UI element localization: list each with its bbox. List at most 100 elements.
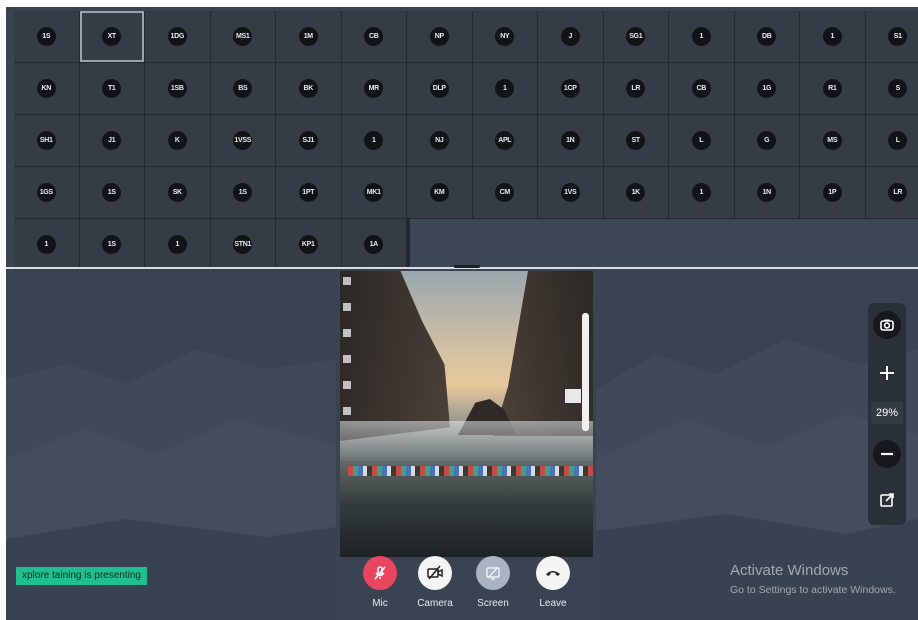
participant-tile[interactable]: CB xyxy=(669,63,734,114)
participant-tile[interactable]: SH1 xyxy=(14,115,79,166)
participant-avatar: 1VS xyxy=(560,183,580,202)
participant-tile[interactable]: 1A xyxy=(341,219,406,270)
participant-tile[interactable]: 1SB xyxy=(145,63,210,114)
participant-tile[interactable]: 1M xyxy=(276,11,341,62)
participant-tile[interactable]: S xyxy=(865,63,918,114)
participant-avatar: NY xyxy=(495,27,515,46)
popout-icon xyxy=(880,493,894,507)
participant-tile[interactable]: SJ1 xyxy=(276,115,341,166)
hang-up-icon xyxy=(546,571,560,576)
participant-tile[interactable]: 1 xyxy=(472,63,537,114)
grid-empty-area xyxy=(410,219,918,270)
participant-tile[interactable]: 1 xyxy=(669,167,734,218)
participant-avatar: 1DG xyxy=(167,27,187,46)
participant-tile[interactable]: 1GS xyxy=(14,167,79,218)
participant-avatar: J1 xyxy=(102,131,122,150)
participant-tile[interactable]: 1S xyxy=(79,219,144,270)
participant-tile[interactable]: CB xyxy=(341,11,406,62)
shared-screen[interactable] xyxy=(340,271,593,557)
participant-tile[interactable]: 1PT xyxy=(276,167,341,218)
participant-tile[interactable]: DB xyxy=(734,11,799,62)
participant-tile[interactable]: NJ xyxy=(407,115,472,166)
mic-label: Mic xyxy=(372,598,388,609)
participant-avatar: KM xyxy=(429,183,449,202)
participant-tile[interactable]: APL xyxy=(472,115,537,166)
participant-tile[interactable]: G xyxy=(734,115,799,166)
participant-avatar: 1A xyxy=(364,235,384,254)
participant-tile[interactable]: S1 xyxy=(865,11,918,62)
camera-button[interactable]: Camera xyxy=(412,556,458,609)
participant-tile[interactable]: BS xyxy=(210,63,275,114)
camera-icon[interactable] xyxy=(873,311,901,339)
participant-tile[interactable]: 1VS xyxy=(538,167,603,218)
participant-tile[interactable]: 1S xyxy=(210,167,275,218)
participant-avatar: SH1 xyxy=(36,131,56,150)
screen-share-button[interactable]: Screen xyxy=(470,556,516,609)
participant-avatar: T1 xyxy=(102,79,122,98)
participant-tile[interactable]: 1CP xyxy=(538,63,603,114)
meeting-window: 1S XT 1DG MS1 1M CB NP NY J SG1 1 DB 1 S1 KN T1 1SB BS BK M… xyxy=(6,7,918,620)
participant-tile[interactable]: ST xyxy=(603,115,668,166)
participant-tile[interactable]: NP xyxy=(407,11,472,62)
participant-tile[interactable]: 1 xyxy=(341,115,406,166)
zoom-in-button[interactable] xyxy=(873,359,901,387)
participant-tile[interactable]: 1P xyxy=(800,167,865,218)
participant-tile[interactable]: K xyxy=(145,115,210,166)
resize-handle[interactable] xyxy=(454,265,480,268)
participant-tile[interactable]: LR xyxy=(603,63,668,114)
participant-tile[interactable]: 1 xyxy=(800,11,865,62)
participant-tile[interactable]: T1 xyxy=(79,63,144,114)
participant-tile[interactable]: BK xyxy=(276,63,341,114)
participant-tile[interactable]: LR xyxy=(865,167,918,218)
shared-screen-rock xyxy=(340,271,450,441)
participant-tile[interactable]: 1S xyxy=(79,167,144,218)
participant-tile[interactable]: KN xyxy=(14,63,79,114)
leave-button[interactable]: Leave xyxy=(530,556,576,609)
participant-tile[interactable]: MR xyxy=(341,63,406,114)
participant-avatar: DB xyxy=(757,27,777,46)
participant-tile[interactable]: 1G xyxy=(734,63,799,114)
participant-tile[interactable]: 1 xyxy=(669,11,734,62)
participant-tile[interactable]: NY xyxy=(472,11,537,62)
participant-tile[interactable]: CM xyxy=(472,167,537,218)
zoom-level: 29% xyxy=(871,402,903,424)
participant-tile[interactable]: XT xyxy=(79,11,144,62)
participant-tile[interactable]: 1S xyxy=(14,11,79,62)
participant-tile[interactable]: MK1 xyxy=(341,167,406,218)
participant-tile[interactable]: L xyxy=(865,115,918,166)
participant-tile[interactable]: MS1 xyxy=(210,11,275,62)
participant-avatar: KN xyxy=(36,79,56,98)
participant-avatar: S xyxy=(888,79,908,98)
participant-tile[interactable]: R1 xyxy=(800,63,865,114)
participant-avatar: R1 xyxy=(822,79,842,98)
participant-tile[interactable]: 1DG xyxy=(145,11,210,62)
participant-tile[interactable]: J1 xyxy=(79,115,144,166)
participant-avatar: 1CP xyxy=(560,79,580,98)
participant-avatar: 1 xyxy=(36,235,56,254)
participant-tile[interactable]: STN1 xyxy=(210,219,275,270)
participant-tile[interactable]: SG1 xyxy=(603,11,668,62)
participant-avatar: S1 xyxy=(888,27,908,46)
activate-windows-watermark: Activate Windows Go to Settings to activ… xyxy=(730,562,896,596)
participant-tile[interactable]: SK xyxy=(145,167,210,218)
participant-tile[interactable]: 1 xyxy=(145,219,210,270)
popout-button[interactable] xyxy=(873,486,901,514)
participant-tile[interactable]: 1N xyxy=(538,115,603,166)
participant-tile[interactable]: J xyxy=(538,11,603,62)
participant-avatar: CB xyxy=(364,27,384,46)
participant-tile[interactable]: 1VSS xyxy=(210,115,275,166)
shared-screen-toolbar xyxy=(582,313,589,431)
participant-avatar: MS1 xyxy=(233,27,253,46)
participant-tile[interactable]: 1K xyxy=(603,167,668,218)
participant-tile[interactable]: MS xyxy=(800,115,865,166)
participant-tile[interactable]: KM xyxy=(407,167,472,218)
participant-tile[interactable]: 1 xyxy=(14,219,79,270)
participant-tile[interactable]: DLP xyxy=(407,63,472,114)
mic-button[interactable]: Mic xyxy=(357,556,403,609)
participant-avatar: 1VSS xyxy=(233,131,253,150)
participant-avatar: 1PT xyxy=(298,183,318,202)
participant-tile[interactable]: L xyxy=(669,115,734,166)
participant-tile[interactable]: 1N xyxy=(734,167,799,218)
zoom-out-button[interactable] xyxy=(873,440,901,468)
participant-tile[interactable]: KP1 xyxy=(276,219,341,270)
